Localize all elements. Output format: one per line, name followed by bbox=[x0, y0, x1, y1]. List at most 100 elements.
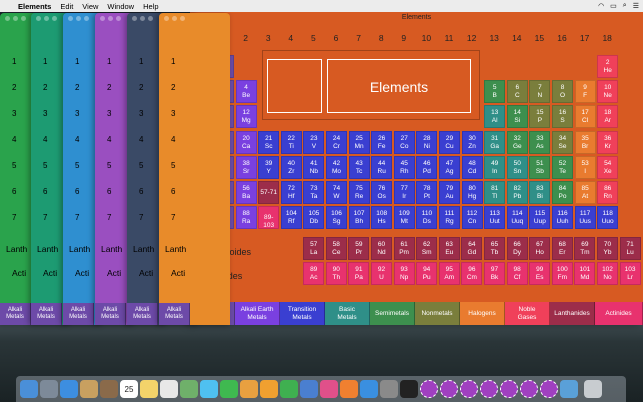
window-button[interactable] bbox=[180, 16, 185, 21]
menu-edit[interactable]: Edit bbox=[60, 2, 73, 11]
element-cell[interactable]: 23 V bbox=[303, 130, 325, 154]
element-cell[interactable]: 111 Rg bbox=[439, 206, 460, 230]
legend-halogen[interactable]: Halogens bbox=[460, 302, 505, 325]
element-cell[interactable]: 57-71 bbox=[258, 181, 280, 204]
element-cell[interactable]: 116 Uuh bbox=[552, 206, 573, 230]
element-cell[interactable]: 75 Re bbox=[348, 181, 370, 204]
element-cell[interactable]: 103 Lr bbox=[619, 262, 641, 285]
element-cell[interactable]: 70 Yb bbox=[597, 237, 618, 260]
element-cell[interactable]: 4 Be bbox=[235, 80, 257, 104]
photo-icon[interactable] bbox=[80, 380, 98, 398]
element-cell[interactable]: 16 S bbox=[552, 105, 573, 129]
contacts-icon[interactable] bbox=[100, 380, 118, 398]
element-cell[interactable]: 9F bbox=[574, 80, 596, 104]
legend-lanth[interactable]: Lanthanides bbox=[550, 302, 595, 325]
element-cell[interactable]: 72 Hf bbox=[280, 181, 302, 204]
element-cell[interactable]: 86 Rn bbox=[597, 181, 619, 204]
legend-noble[interactable]: Noble Gases bbox=[505, 302, 550, 325]
menu-app-name[interactable]: Elements bbox=[18, 2, 51, 11]
window-button[interactable] bbox=[13, 16, 18, 21]
safari-icon[interactable] bbox=[60, 380, 78, 398]
element-cell[interactable]: 109 Mt bbox=[393, 206, 415, 230]
element-cell[interactable]: 30 Zn bbox=[461, 130, 483, 154]
element-cell[interactable]: 28 Ni bbox=[416, 130, 438, 154]
element-cell[interactable]: 52 Te bbox=[552, 155, 573, 179]
element-cell[interactable]: 88 Ra bbox=[235, 206, 257, 230]
window-button[interactable] bbox=[36, 16, 41, 21]
element-cell[interactable]: 7N bbox=[529, 80, 551, 104]
element-cell[interactable]: 83 Bi bbox=[529, 181, 551, 204]
menu-help[interactable]: Help bbox=[143, 2, 158, 11]
element-cell[interactable]: 118 Uuo bbox=[597, 206, 619, 230]
element-cell[interactable]: 26 Fe bbox=[371, 130, 393, 154]
window-button[interactable] bbox=[76, 16, 81, 21]
element-cell[interactable]: 101 Md bbox=[574, 262, 596, 285]
element-cell[interactable]: 63 Eu bbox=[438, 237, 460, 260]
element-cell[interactable]: 107 Bh bbox=[348, 206, 370, 230]
window-button[interactable] bbox=[172, 16, 177, 21]
element-cell[interactable]: 106 Sg bbox=[326, 206, 347, 230]
legend-alkali-metals[interactable]: Alkali Metals bbox=[159, 303, 190, 325]
element-cell[interactable]: 10 Ne bbox=[597, 80, 619, 104]
window-button[interactable] bbox=[52, 16, 57, 21]
element-cell[interactable]: 15 P bbox=[529, 105, 551, 129]
element-cell[interactable]: 94 Pu bbox=[416, 262, 438, 285]
element-cell[interactable]: 5B bbox=[484, 80, 506, 104]
element-cell[interactable]: 38 Sr bbox=[235, 155, 257, 179]
element-cell[interactable]: 97 Bk bbox=[484, 262, 505, 285]
element-cell[interactable]: 98 Cf bbox=[506, 262, 528, 285]
element-cell[interactable]: 62 Sm bbox=[416, 237, 438, 260]
window-button[interactable] bbox=[68, 16, 73, 21]
element-cell[interactable]: 80 Hg bbox=[461, 181, 483, 204]
element-cell[interactable]: 68 Er bbox=[551, 237, 573, 260]
reminders-icon[interactable] bbox=[160, 380, 178, 398]
element-cell[interactable]: 42 Mo bbox=[326, 155, 347, 179]
element-cell[interactable]: 78 Pt bbox=[416, 181, 438, 204]
window-button[interactable] bbox=[108, 16, 113, 21]
element-cell[interactable]: 14 Si bbox=[506, 105, 528, 129]
element-cell[interactable]: 84 Po bbox=[552, 181, 573, 204]
element-cell[interactable]: 32 Ge bbox=[506, 130, 528, 154]
downloads-icon[interactable] bbox=[560, 380, 578, 398]
finder-icon[interactable] bbox=[20, 380, 38, 398]
appstore-icon[interactable] bbox=[360, 380, 378, 398]
element-cell[interactable]: 61 Pm bbox=[393, 237, 415, 260]
calendar-icon[interactable]: 25 bbox=[120, 380, 138, 398]
element-cell[interactable]: 51 Sb bbox=[529, 155, 551, 179]
element-cell[interactable]: 110 Ds bbox=[416, 206, 438, 230]
legend-semi[interactable]: Semimetals bbox=[370, 302, 415, 325]
element-cell[interactable]: 57 La bbox=[303, 237, 325, 260]
element-cell[interactable]: 115 Uup bbox=[529, 206, 551, 230]
element-cell[interactable]: 95 Am bbox=[438, 262, 460, 285]
elements-icon[interactable] bbox=[520, 380, 538, 398]
window-button[interactable] bbox=[100, 16, 105, 21]
element-cell[interactable]: 105 Db bbox=[303, 206, 325, 230]
elements-icon[interactable] bbox=[440, 380, 458, 398]
element-cell[interactable]: 112 Cn bbox=[461, 206, 483, 230]
element-cell[interactable]: 66 Dy bbox=[506, 237, 528, 260]
element-cell[interactable]: 49 In bbox=[484, 155, 506, 179]
element-cell[interactable]: 108 Hs bbox=[371, 206, 393, 230]
ibooks-icon[interactable] bbox=[340, 380, 358, 398]
elements-icon[interactable] bbox=[420, 380, 438, 398]
element-cell[interactable]: 54 Xe bbox=[597, 155, 619, 179]
legend-alkali-metals[interactable]: Alkali Metals bbox=[63, 303, 94, 325]
element-cell[interactable]: 46 Pd bbox=[416, 155, 438, 179]
legend-actin[interactable]: Actinides bbox=[595, 302, 643, 325]
element-cell[interactable]: 74 W bbox=[326, 181, 347, 204]
pages-icon[interactable] bbox=[260, 380, 278, 398]
element-cell[interactable]: 67 Ho bbox=[529, 237, 551, 260]
element-cell[interactable]: 64 Gd bbox=[461, 237, 483, 260]
element-cell[interactable]: 33 As bbox=[529, 130, 551, 154]
window-button[interactable] bbox=[140, 16, 145, 21]
element-cell[interactable]: 104 Rf bbox=[280, 206, 302, 230]
element-cell[interactable]: 73 Ta bbox=[303, 181, 325, 204]
window-button[interactable] bbox=[148, 16, 153, 21]
element-cell[interactable]: 39 Y bbox=[258, 155, 280, 179]
window-button[interactable] bbox=[21, 16, 26, 21]
element-cell[interactable]: 99 Es bbox=[529, 262, 551, 285]
menu-window[interactable]: Window bbox=[107, 2, 134, 11]
element-cell[interactable]: 24 Cr bbox=[326, 130, 347, 154]
preferences-icon[interactable] bbox=[380, 380, 398, 398]
battery-icon[interactable]: ▭ bbox=[610, 2, 617, 10]
